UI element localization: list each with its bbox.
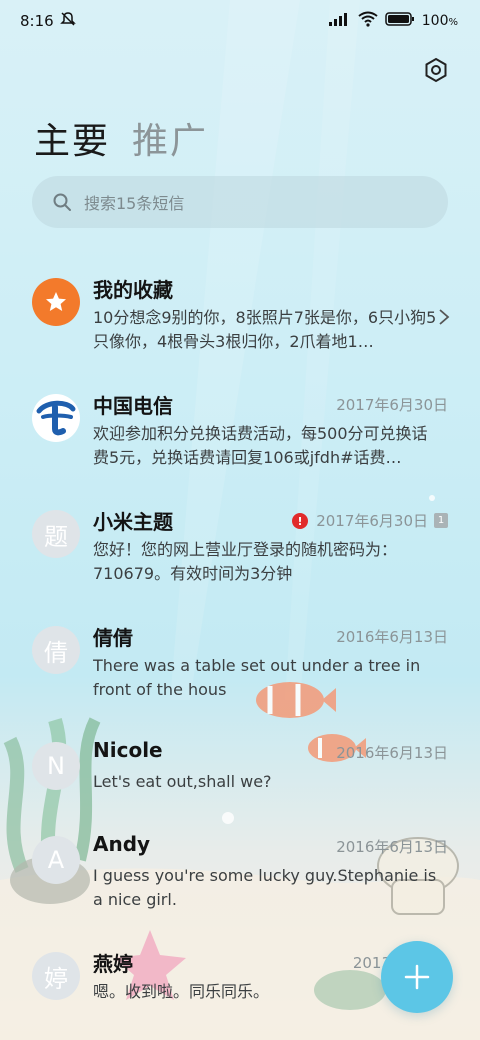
conversation-row-andy[interactable]: A Andy 2016年6月13日 I guess you're some lu…: [0, 814, 480, 930]
signal-icon: [328, 12, 351, 30]
search-bar[interactable]: 搜索15条短信: [32, 176, 448, 228]
conversation-date: 2016年6月13日: [336, 628, 448, 646]
tab-promotions[interactable]: 推广: [132, 112, 208, 164]
tab-primary[interactable]: 主要: [34, 112, 110, 164]
conversation-name: 倩倩: [93, 626, 133, 650]
new-message-button[interactable]: [381, 941, 453, 1013]
conversation-preview: Let's eat out,shall we?: [93, 772, 272, 791]
contact-avatar: 婷: [32, 952, 80, 1000]
conversation-date: 2017年6月30日: [316, 512, 428, 530]
favorites-avatar: [32, 278, 80, 326]
china-telecom-avatar: [32, 394, 80, 442]
contact-avatar: A: [32, 836, 80, 884]
conversation-row-favorites[interactable]: 我的收藏 10分想念9别的你，8张照片7张是你，6只小狗5只像你，4根骨头3根归…: [0, 256, 480, 372]
conversation-preview: 欢迎参加积分兑换话费活动，每500分可兑换话费5元，兑换话费请回复106或jfd…: [93, 424, 428, 467]
conversation-preview: I guess you're some lucky guy.Stephanie …: [93, 866, 437, 909]
mute-notifications-icon: [59, 11, 76, 31]
status-bar: 8:16 100%: [20, 11, 458, 31]
contact-avatar: 倩: [32, 626, 80, 674]
conversation-row-xiaomi-theme[interactable]: 题 小米主题 ! 2017年6月30日 1 您好！您的网上营业厅登录的随机密码为…: [0, 488, 480, 604]
battery-level: 100: [421, 13, 449, 29]
settings-gear-icon: [425, 57, 447, 83]
sim-badge: 1: [434, 513, 448, 528]
conversation-date: 2016年6月13日: [336, 838, 448, 856]
conversation-preview: 10分想念9别的你，8张照片7张是你，6只小狗5只像你，4根骨头3根归你，2爪着…: [93, 308, 437, 351]
settings-button[interactable]: [420, 54, 452, 86]
chevron-right-icon: [439, 309, 450, 325]
wifi-icon: [358, 11, 378, 31]
search-placeholder: 搜索15条短信: [84, 194, 185, 213]
status-time: 8:16: [20, 12, 54, 30]
star-icon: [46, 292, 66, 311]
plus-icon: [404, 964, 430, 990]
conversation-name: 我的收藏: [93, 278, 173, 302]
china-telecom-logo-icon: [34, 396, 78, 440]
conversation-name: Andy: [93, 832, 151, 856]
contact-avatar: N: [32, 742, 80, 790]
send-failed-alert-icon: !: [292, 513, 308, 529]
search-icon: [53, 193, 71, 211]
conversation-name: 中国电信: [93, 394, 173, 418]
conversation-name: Nicole: [93, 738, 163, 762]
conversation-name: 小米主题: [93, 510, 173, 534]
contact-avatar: 题: [32, 510, 80, 558]
conversation-preview: There was a table set out under a tree i…: [93, 656, 421, 699]
conversation-row-china-telecom[interactable]: 中国电信 2017年6月30日 欢迎参加积分兑换话费活动，每500分可兑换话费5…: [0, 372, 480, 488]
conversation-name: 燕婷: [93, 952, 133, 976]
tab-bar: 主要 推广: [34, 112, 208, 164]
conversation-date: 2017年6月30日: [336, 396, 448, 414]
conversation-row-qianqian[interactable]: 倩 倩倩 2016年6月13日 There was a table set ou…: [0, 604, 480, 720]
conversation-date: 2016年6月13日: [336, 744, 448, 762]
conversation-preview: 您好！您的网上营业厅登录的随机密码为：710679。有效时间为3分钟: [93, 540, 398, 583]
battery-icon: [385, 12, 415, 30]
